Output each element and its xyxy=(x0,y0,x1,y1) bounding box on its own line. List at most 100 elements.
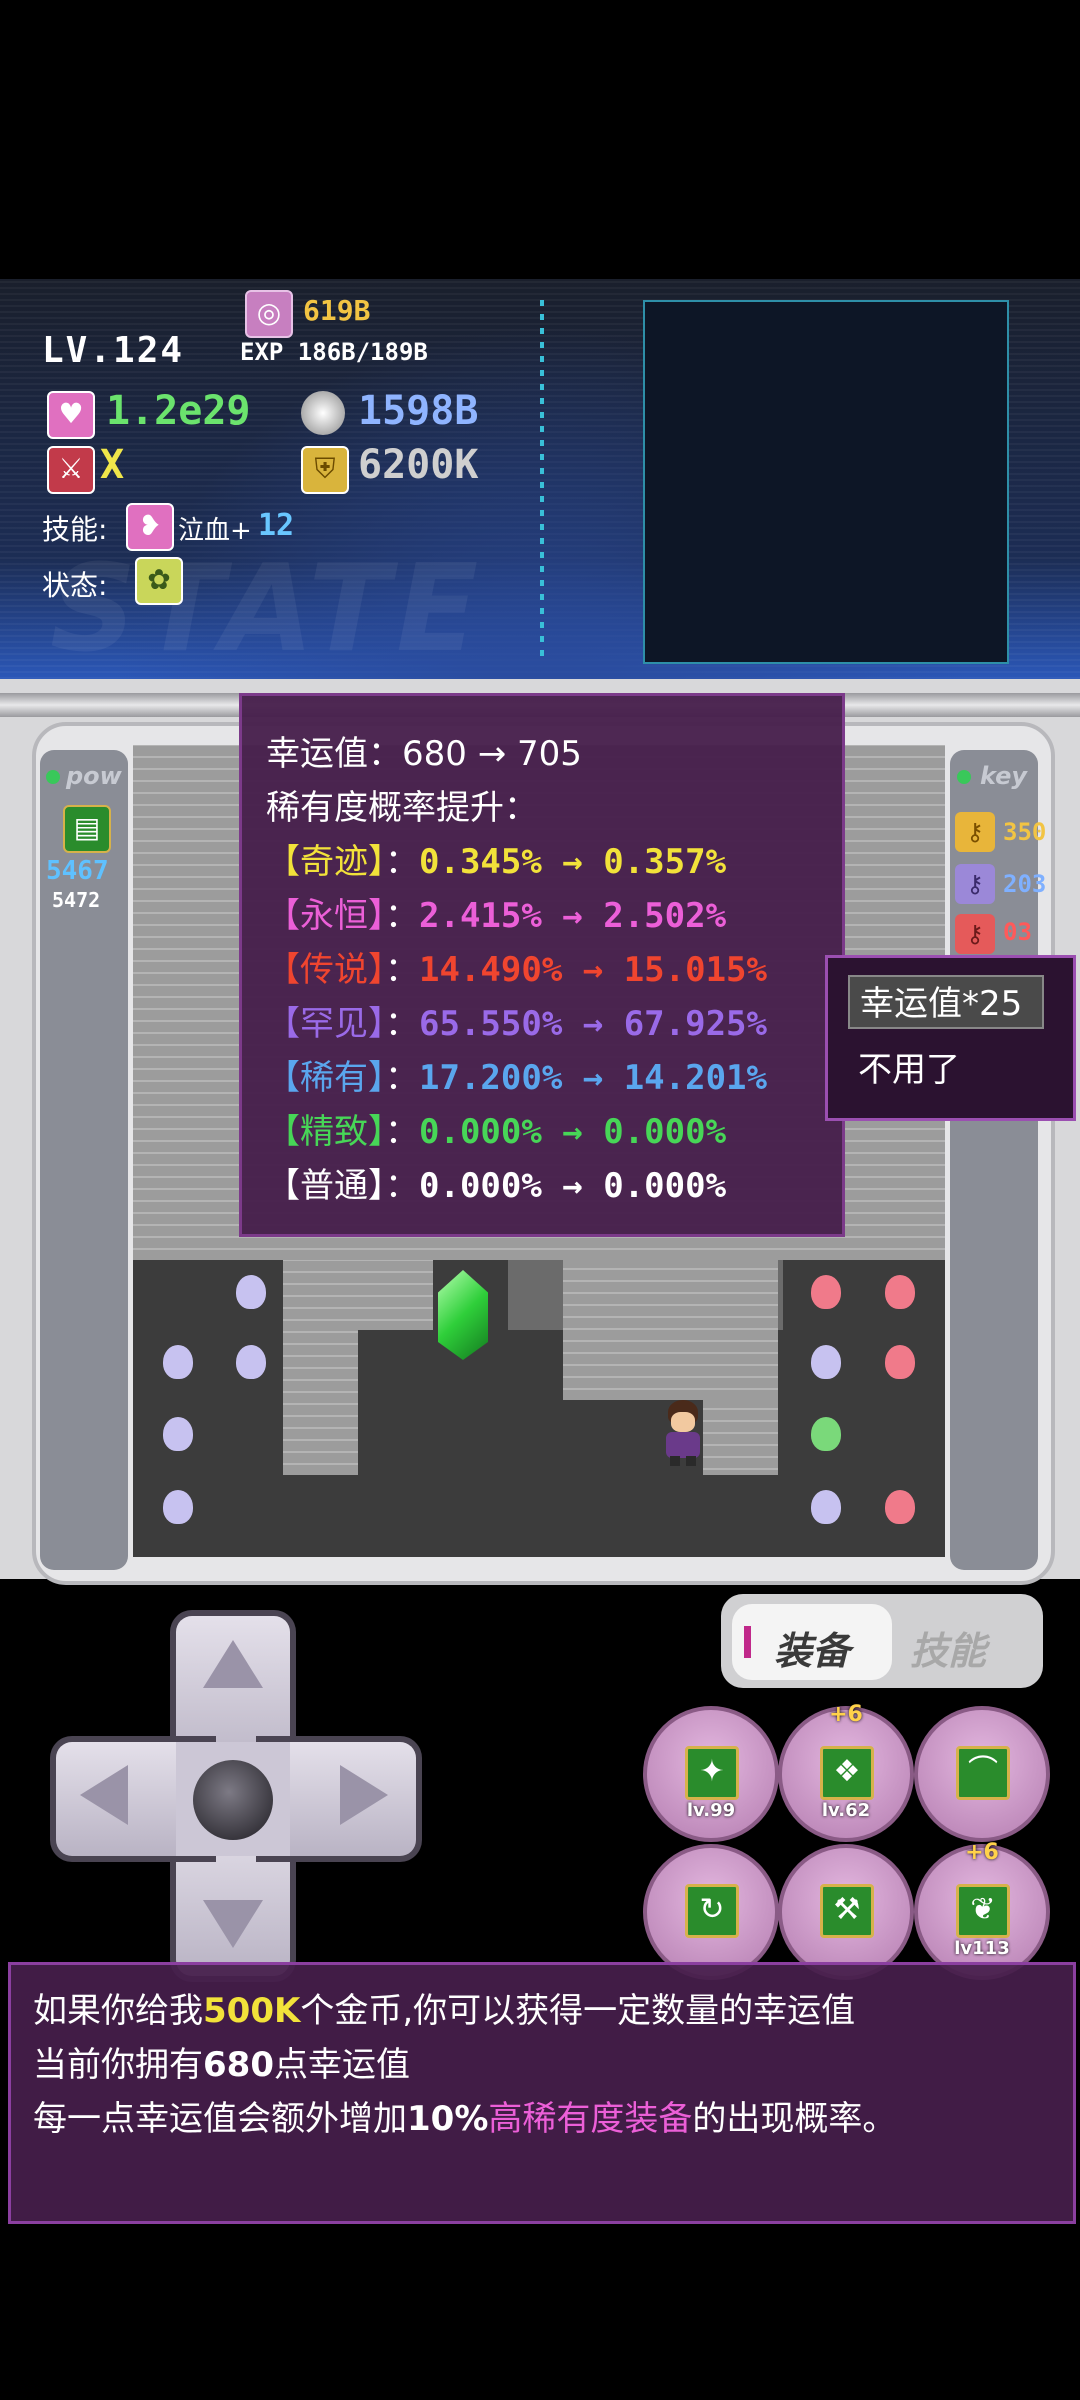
rarity-separator: ： xyxy=(385,1112,419,1152)
rarity-row: 【奇迹】：0.345% → 0.357% xyxy=(266,834,726,883)
rarity-name: 【稀有】 xyxy=(266,1058,385,1098)
dialog-line1-post: 个金币,你可以获得一定数量的幸运值 xyxy=(300,1991,856,2031)
rarity-tooltip: 幸运值：680 → 705 稀有度概率提升： 【奇迹】：0.345% → 0.3… xyxy=(239,693,845,1237)
pow-indicator xyxy=(46,770,60,784)
shield-icon: ⛨ xyxy=(301,446,349,494)
potion-red[interactable] xyxy=(885,1490,915,1524)
book-icon: ▤ xyxy=(63,805,111,853)
rarity-name: 【精致】 xyxy=(266,1112,385,1152)
pow-label: pow xyxy=(66,762,122,790)
dialog-gold-amount: 500K xyxy=(203,1991,301,2031)
skill-button-boots[interactable]: ✦ lv.99 xyxy=(643,1706,779,1842)
potion-blue[interactable] xyxy=(236,1275,266,1309)
rarity-name: 【传说】 xyxy=(266,950,385,990)
rarity-row: 【普通】：0.000% → 0.000% xyxy=(266,1158,726,1207)
dialog-luck-amount: 680 xyxy=(203,2045,274,2085)
choice-luck-25[interactable]: 幸运值*25 xyxy=(848,975,1044,1029)
dialog-line2-post: 点幸运值 xyxy=(273,2045,410,2085)
minimap[interactable] xyxy=(643,300,1009,664)
rarity-value: 14.490% → 15.015% xyxy=(419,950,767,990)
rarity-row: 【稀有】：17.200% → 14.201% xyxy=(266,1050,767,1099)
key-label: key xyxy=(980,762,1028,790)
skill-level-text: lv.62 xyxy=(821,1800,871,1821)
skill-button-hammer[interactable]: ⚒ xyxy=(778,1844,914,1980)
buff-icon[interactable]: ✿ xyxy=(135,557,183,605)
defense-value: 6200K xyxy=(358,442,479,488)
potion-red[interactable] xyxy=(885,1345,915,1379)
rarity-separator: ： xyxy=(385,896,419,936)
hp-value: 1.2e29 xyxy=(106,388,251,434)
rarity-value: 0.345% → 0.357% xyxy=(419,842,727,882)
dialog-line-3: 每一点幸运值会额外增加10%高稀有度装备的出现概率。 xyxy=(33,2091,896,2140)
heart-icon: ♥ xyxy=(47,391,95,439)
potion-blue[interactable] xyxy=(811,1490,841,1524)
potion-blue[interactable] xyxy=(163,1417,193,1451)
arrow-up-icon xyxy=(203,1640,263,1688)
dpad[interactable] xyxy=(50,1610,422,1982)
rarity-title: 稀有度概率提升： xyxy=(266,788,538,828)
rarity-separator: ： xyxy=(385,1166,419,1206)
npc-dialog[interactable]: 如果你给我500K个金币,你可以获得一定数量的幸运值 当前你拥有680点幸运值 … xyxy=(8,1962,1076,2224)
dialog-line3-post: 的出现概率。 xyxy=(692,2099,897,2139)
skill-level-text: lv.99 xyxy=(686,1800,736,1821)
potion-blue[interactable] xyxy=(811,1345,841,1379)
rarity-separator: ： xyxy=(385,842,419,882)
skill-button-leaf[interactable]: ❦ lv113 +6 xyxy=(914,1840,1050,1980)
rarity-value: 2.415% → 2.502% xyxy=(419,896,727,936)
pearl-icon xyxy=(301,391,345,435)
rarity-row: 【传说】：14.490% → 15.015% xyxy=(266,942,767,991)
rarity-row: 【精致】：0.000% → 0.000% xyxy=(266,1104,726,1153)
rarity-separator: ： xyxy=(385,1058,419,1098)
potion-blue[interactable] xyxy=(163,1490,193,1524)
state-label: 状态: xyxy=(42,569,108,602)
rarity-row: 【永恒】：2.415% → 2.502% xyxy=(266,888,726,937)
hero-character xyxy=(660,1400,706,1466)
skill-plus-text: +6 xyxy=(829,1702,863,1727)
tab-equip-label: 装备 xyxy=(774,1629,851,1673)
arrow-left-icon xyxy=(80,1765,128,1825)
dialog-line2-pre: 当前你拥有 xyxy=(33,2045,203,2085)
dpad-center-knob xyxy=(193,1760,273,1840)
rarity-row: 【罕见】：65.550% → 67.925% xyxy=(266,996,767,1045)
rarity-value: 17.200% → 14.201% xyxy=(419,1058,767,1098)
red-key-icon: ⚷ xyxy=(955,914,995,954)
luck-change-text: 幸运值：680 → 705 xyxy=(266,734,582,774)
rarity-value: 0.000% → 0.000% xyxy=(419,1166,727,1206)
arrow-down-icon xyxy=(203,1900,263,1948)
choice-menu: 幸运值*25 不用了 xyxy=(825,955,1076,1121)
gold-coin-icon: ◎ xyxy=(245,290,293,338)
potion-blue[interactable] xyxy=(163,1345,193,1379)
attack-value: 1598B xyxy=(358,388,479,434)
rarity-name: 【普通】 xyxy=(266,1166,385,1206)
potion-red[interactable] xyxy=(885,1275,915,1309)
potion-red[interactable] xyxy=(811,1275,841,1309)
rarity-name: 【罕见】 xyxy=(266,1004,385,1044)
tab-skill[interactable]: 技能 xyxy=(910,1620,986,1675)
tab-equip[interactable]: 装备 xyxy=(732,1604,892,1680)
blue-key-count: 203 xyxy=(1003,870,1047,898)
skill-drop-icon[interactable]: ❥ xyxy=(126,503,174,551)
rarity-name: 【永恒】 xyxy=(266,896,385,936)
skill-label: 技能: xyxy=(42,513,108,546)
dialog-line-2: 当前你拥有680点幸运值 xyxy=(33,2037,410,2086)
potion-green[interactable] xyxy=(811,1417,841,1451)
gold-value: 619B xyxy=(303,294,371,327)
dialog-line-1: 如果你给我500K个金币,你可以获得一定数量的幸运值 xyxy=(33,1983,855,2032)
board-wall-mid-right xyxy=(563,1260,778,1400)
yellow-key-count: 350 xyxy=(1003,818,1047,846)
skill-button-scythe[interactable]: ⌒ xyxy=(914,1706,1050,1842)
level-text: LV.124 xyxy=(42,330,185,371)
pow-max: 5472 xyxy=(52,888,101,912)
skill-level-text: lv113 xyxy=(954,1938,1010,1959)
cycle-icon: ↻ xyxy=(685,1884,739,1938)
hammer-icon: ⚒ xyxy=(820,1884,874,1938)
key-indicator xyxy=(957,770,971,784)
dialog-line1-pre: 如果你给我 xyxy=(33,1991,203,2031)
skill-button-cycle[interactable]: ↻ xyxy=(643,1844,779,1980)
potion-blue[interactable] xyxy=(236,1345,266,1379)
skill-button-armor[interactable]: ❖ lv.62 +6 xyxy=(778,1702,914,1842)
leaf-icon: ❦ xyxy=(956,1884,1010,1938)
skill-plus-text: +6 xyxy=(965,1840,999,1865)
choice-decline[interactable]: 不用了 xyxy=(858,1042,960,1091)
scythe-icon: ⌒ xyxy=(956,1746,1010,1800)
